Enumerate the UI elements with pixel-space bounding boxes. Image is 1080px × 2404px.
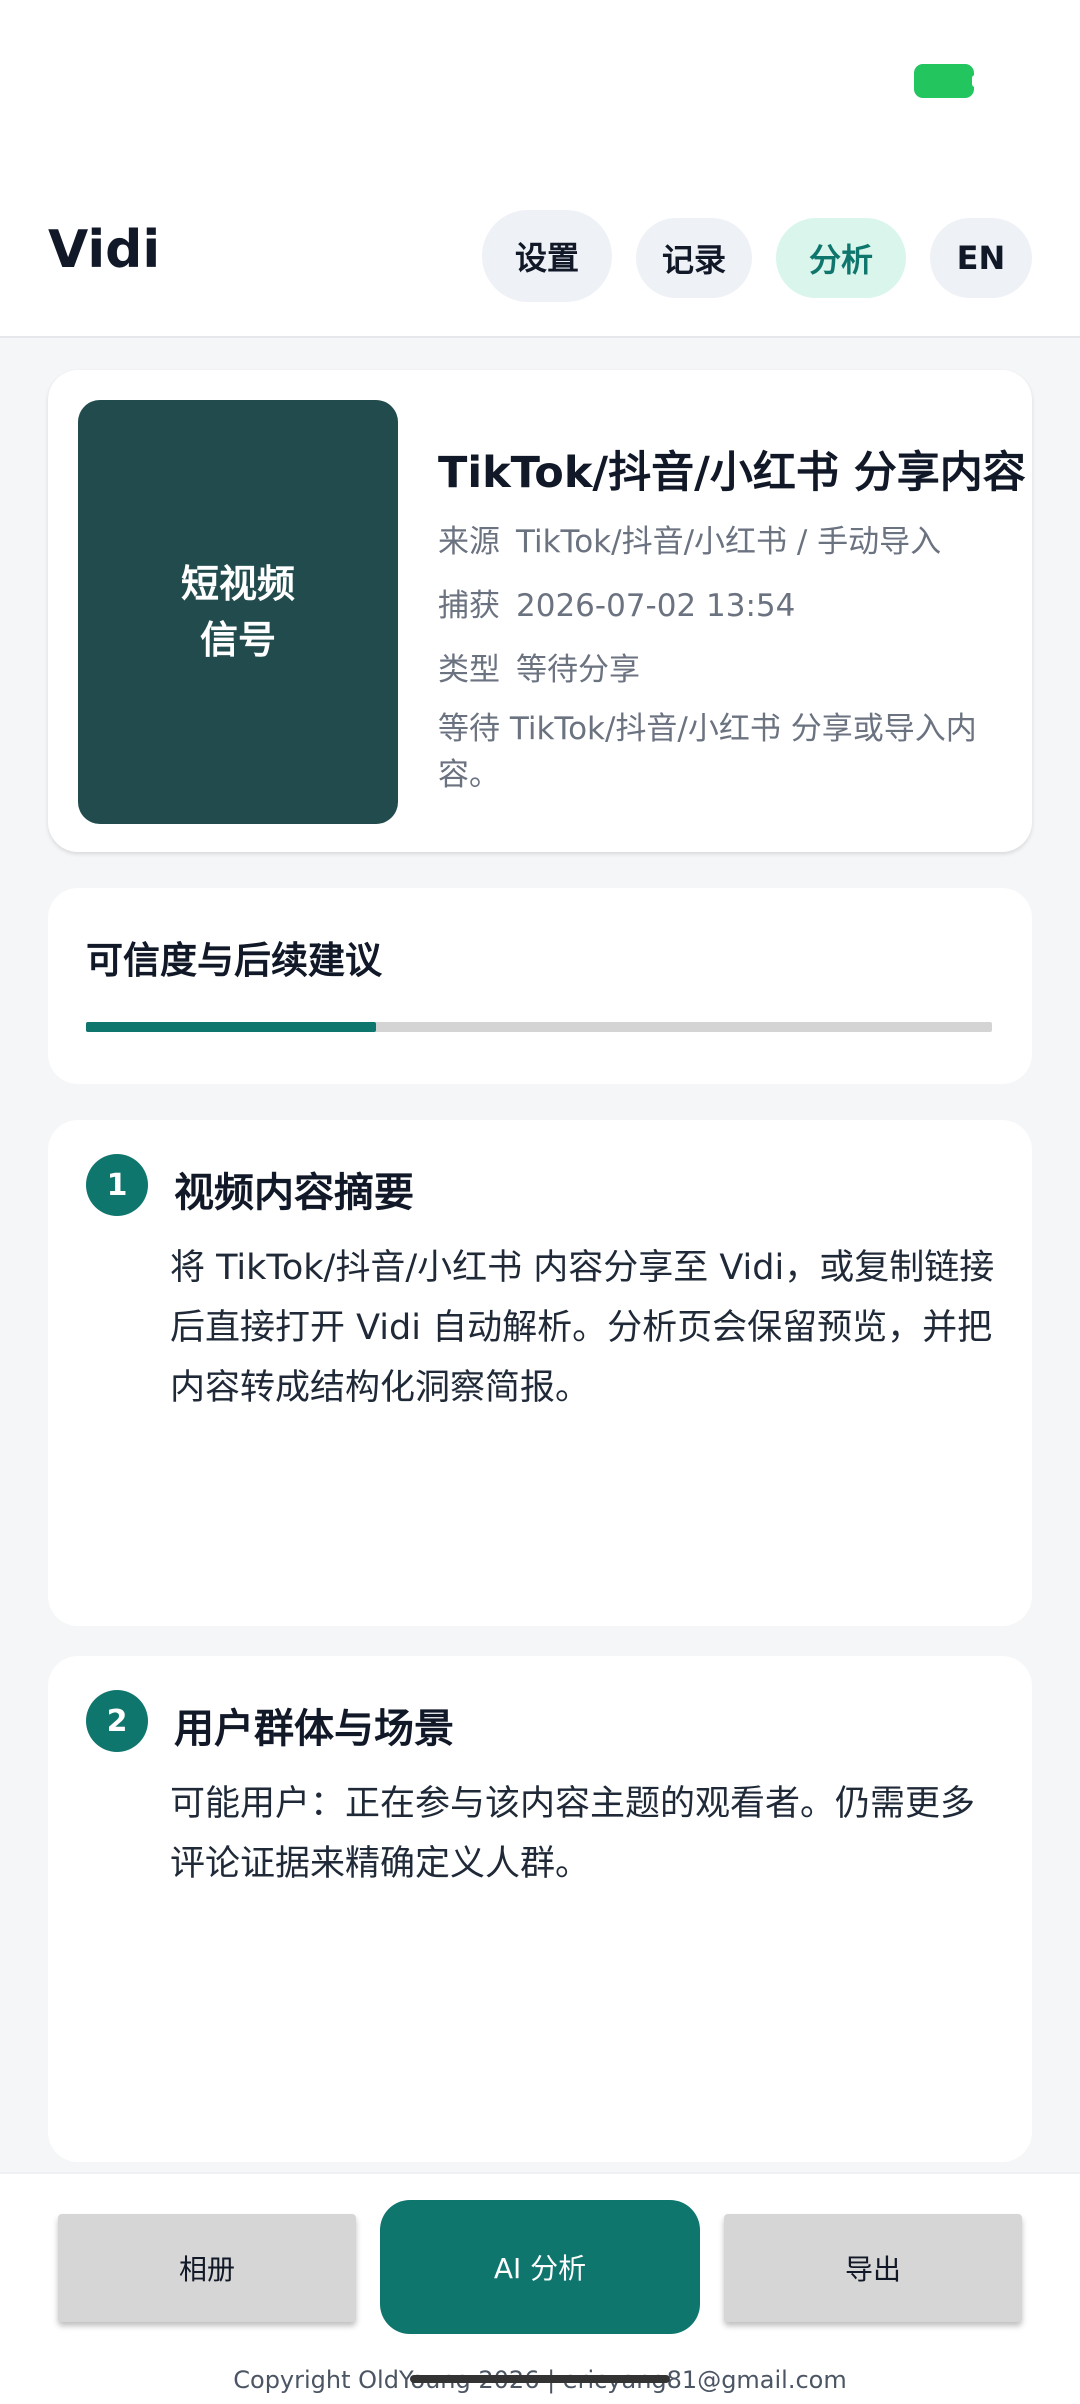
source-value: TikTok/抖音/小红书 / 手动导入 [516, 524, 942, 560]
type-label: 类型 [438, 652, 500, 688]
trust-title: 可信度与后续建议 [86, 939, 382, 982]
type-row: 类型 等待分享 [438, 644, 640, 689]
settings-button[interactable]: 设置 [482, 210, 612, 302]
section-title: 视频内容摘要 [174, 1170, 414, 1216]
captured-label: 捕获 [438, 588, 500, 624]
export-button[interactable]: 导出 [724, 2214, 1022, 2322]
content-title: TikTok/抖音/小红书 分享内容 [438, 448, 1026, 498]
bottom-action-bar: 相册 AI 分析 导出 Copyright OldYoung 2026 | er… [0, 2172, 1080, 2404]
audience-section-card: 2 用户群体与场景 可能用户：正在参与该内容主题的观看者。仍需更多评论证据来精确… [48, 1656, 1032, 2162]
video-thumbnail: 短视频 信号 [78, 400, 398, 824]
ai-analysis-button[interactable]: AI 分析 [380, 2200, 700, 2334]
app-title: Vidi [48, 220, 161, 280]
thumbnail-line-1: 短视频 [180, 562, 295, 606]
home-indicator[interactable] [410, 2375, 670, 2383]
captured-value: 2026-07-02 13:54 [516, 588, 796, 624]
summary-section-card: 1 视频内容摘要 将 TikTok/抖音/小红书 内容分享至 Vidi，或复制链… [48, 1120, 1032, 1626]
source-row: 来源 TikTok/抖音/小红书 / 手动导入 [438, 516, 941, 561]
trust-progress-track [86, 1022, 992, 1032]
captured-row: 捕获 2026-07-02 13:54 [438, 580, 795, 625]
content-info-card: 短视频 信号 TikTok/抖音/小红书 分享内容 来源 TikTok/抖音/小红… [48, 370, 1032, 852]
thumbnail-line-2: 信号 [199, 618, 276, 662]
language-button[interactable]: EN [930, 218, 1032, 298]
status-bar [0, 0, 1080, 150]
section-number-badge: 1 [86, 1154, 148, 1216]
album-button[interactable]: 相册 [58, 2214, 356, 2322]
battery-icon [914, 64, 978, 98]
trust-progress-fill [86, 1022, 376, 1032]
section-body: 将 TikTok/抖音/小红书 内容分享至 Vidi，或复制链接后直接打开 Vi… [170, 1248, 995, 1408]
source-label: 来源 [438, 524, 500, 560]
trust-card: 可信度与后续建议 [48, 888, 1032, 1084]
analysis-button[interactable]: 分析 [776, 218, 906, 298]
content-description: 等待 TikTok/抖音/小红书 分享或导入内容。 [438, 711, 977, 793]
app-header: Vidi 设置 记录 分析 EN [0, 150, 1080, 338]
history-button[interactable]: 记录 [636, 218, 752, 298]
type-value: 等待分享 [516, 652, 640, 688]
section-body: 可能用户：正在参与该内容主题的观看者。仍需更多评论证据来精确定义人群。 [170, 1784, 976, 1884]
section-number-badge: 2 [86, 1690, 148, 1752]
section-title: 用户群体与场景 [174, 1706, 454, 1752]
